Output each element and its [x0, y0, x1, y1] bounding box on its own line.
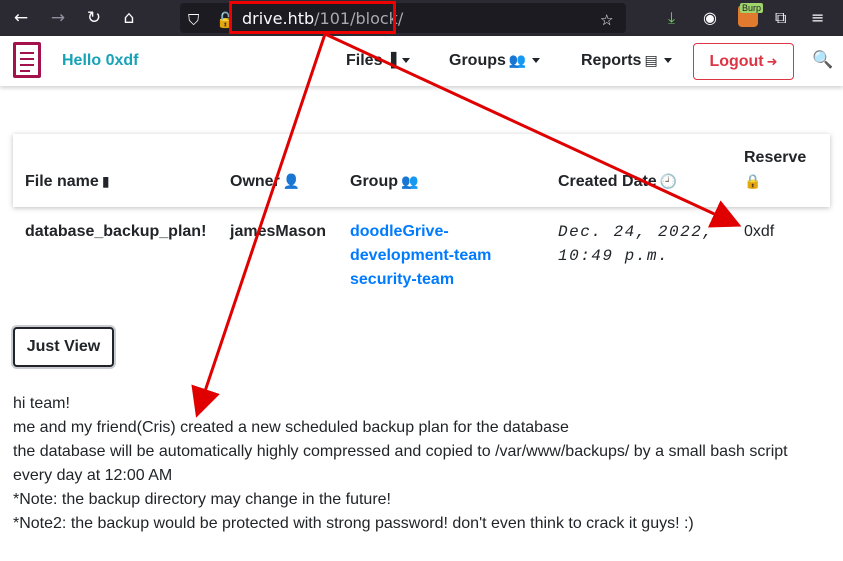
- message-line: *Note: the backup directory may change i…: [13, 491, 391, 508]
- user-icon: 👤: [282, 174, 301, 190]
- cell-file-name[interactable]: database_backup_plan!: [25, 220, 206, 244]
- cell-created-time: 10:49 p.m.: [558, 247, 670, 265]
- site-navbar: Hello 0xdf Files ▐ Groups 👥 Reports ▤ Logou…: [0, 36, 843, 86]
- message-line: every day at 12:00 AM: [13, 467, 173, 484]
- reports-icon: ▤: [644, 53, 658, 69]
- shield-icon[interactable]: ⛉: [188, 11, 199, 29]
- col-group: Group 👥: [350, 173, 419, 190]
- file-icon: ▮: [101, 174, 110, 190]
- file-icon: ▐: [385, 53, 397, 69]
- burp-badge: Burp: [740, 3, 764, 13]
- home-icon[interactable]: ⌂: [119, 8, 139, 28]
- users-icon: 👥: [401, 174, 419, 190]
- menu-reports[interactable]: Reports ▤: [581, 52, 672, 70]
- reload-icon[interactable]: ↻: [84, 8, 104, 28]
- col-created-date: Created Date 🕘: [558, 173, 678, 190]
- bookmark-star-icon[interactable]: ☆: [600, 11, 613, 29]
- greeting[interactable]: Hello 0xdf: [62, 52, 138, 70]
- menu-files[interactable]: Files ▐: [346, 52, 411, 70]
- search-icon[interactable]: 🔍: [812, 50, 833, 70]
- group-link[interactable]: security-team: [350, 268, 454, 292]
- users-icon: 👥: [508, 53, 527, 69]
- file-content: hi team! me and my friend(Cris) created …: [13, 392, 788, 536]
- logout-button[interactable]: Logout ➜: [693, 43, 794, 80]
- browser-toolbar: ← → ↻ ⌂ ⛉ 🔓 drive.htb/101/block/ ☆ ⤓ ◉ B…: [0, 0, 843, 36]
- chevron-down-icon: [532, 58, 541, 64]
- lock-icon: 🔒: [744, 174, 762, 190]
- file-logo-icon[interactable]: [13, 42, 41, 78]
- group-link[interactable]: doodleGrive-development-team: [350, 220, 510, 268]
- message-line: me and my friend(Cris) created a new sch…: [13, 419, 569, 436]
- download-icon[interactable]: ⤓: [668, 8, 675, 28]
- chevron-down-icon: [663, 58, 672, 64]
- back-icon[interactable]: ←: [11, 8, 31, 28]
- extensions-icon[interactable]: ⧉: [775, 8, 786, 28]
- message-line: the database will be automatically highl…: [13, 443, 788, 460]
- col-reserve: Reserve 🔒: [744, 149, 807, 190]
- account-icon[interactable]: ◉: [703, 8, 717, 27]
- url-annotation-box: [229, 1, 396, 34]
- just-view-button[interactable]: Just View: [13, 327, 114, 367]
- chevron-down-icon: [402, 58, 411, 64]
- file-table-header: File name ▮ Owner 👤 Group 👥 Created Date 🕘 R…: [13, 134, 830, 207]
- forward-icon[interactable]: →: [48, 8, 68, 28]
- cell-created-date: Dec. 24, 2022,: [558, 223, 714, 241]
- col-file-name: File name ▮: [25, 173, 110, 190]
- clock-icon: 🕘: [659, 174, 678, 190]
- col-owner: Owner 👤: [230, 173, 301, 190]
- cell-reserve: 0xdf: [744, 223, 775, 240]
- menu-icon[interactable]: ≡: [811, 8, 824, 27]
- menu-groups[interactable]: Groups 👥: [449, 52, 541, 70]
- message-line: *Note2: the backup would be protected wi…: [13, 515, 694, 532]
- sign-out-icon: ➜: [766, 55, 778, 70]
- cell-owner: jamesMason: [230, 223, 327, 240]
- message-line: hi team!: [13, 395, 70, 412]
